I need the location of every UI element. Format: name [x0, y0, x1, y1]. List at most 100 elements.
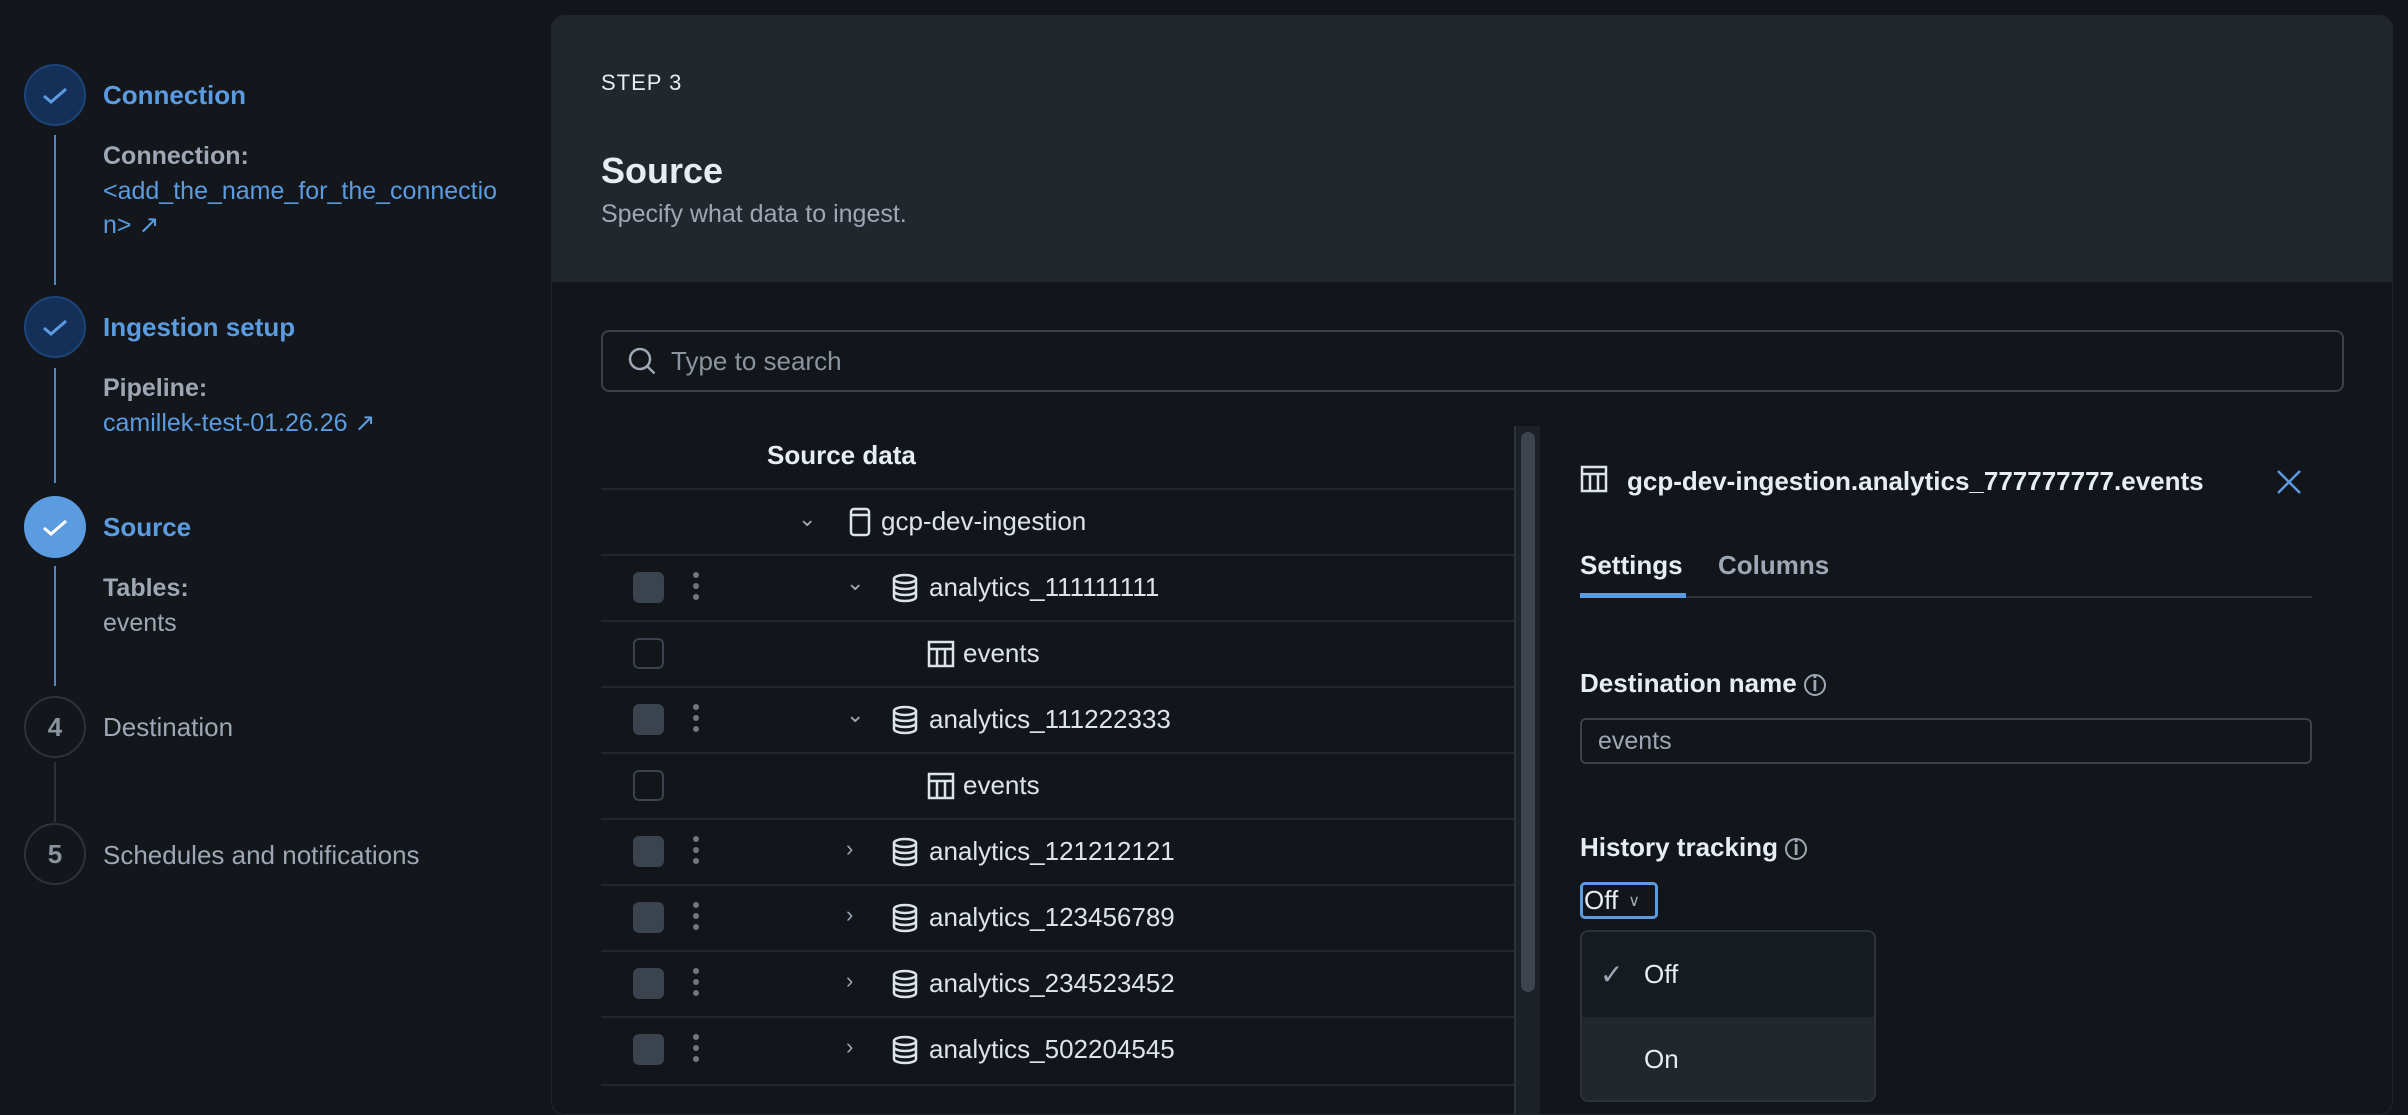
step-source-title[interactable]: Source — [103, 512, 191, 543]
step-indicator: STEP 3 — [601, 70, 683, 95]
row-checkbox[interactable] — [633, 638, 664, 669]
dataset-icon — [892, 969, 918, 999]
info-icon[interactable]: i — [1803, 674, 1826, 697]
info-icon[interactable]: i — [1785, 838, 1808, 861]
step-ingestion-title[interactable]: Ingestion setup — [103, 312, 295, 343]
history-tracking-dropdown: ✓ Off On — [1580, 930, 1876, 1102]
dataset-icon — [892, 837, 918, 867]
tables-value: events — [103, 609, 177, 637]
external-link-icon: ↗ — [354, 409, 376, 437]
step-5-number: 5 — [24, 823, 86, 885]
pipeline-link-text[interactable]: camillek-test-01.26.26 — [103, 409, 348, 437]
search-placeholder: Type to search — [671, 345, 842, 376]
table-row[interactable]: events — [601, 752, 1514, 818]
step-2-check-icon — [24, 296, 86, 358]
dataset-name: analytics_111222333 — [929, 704, 1171, 734]
more-options-icon[interactable] — [693, 572, 699, 600]
more-options-icon[interactable] — [693, 836, 699, 864]
project-icon — [849, 507, 871, 537]
chevron-right-icon[interactable]: › — [846, 902, 853, 928]
step-connector — [54, 762, 56, 822]
chevron-right-icon[interactable]: › — [846, 968, 853, 994]
chevron-right-icon[interactable]: › — [846, 836, 853, 862]
history-tracking-select[interactable]: Off ∨ — [1580, 882, 1658, 919]
table-icon — [927, 640, 955, 668]
source-data-header: Source data — [767, 440, 916, 470]
search-input[interactable]: Type to search — [601, 330, 2344, 392]
chevron-down-icon[interactable]: ⌄ — [846, 570, 864, 596]
dataset-name: analytics_121212121 — [929, 836, 1175, 866]
row-checkbox[interactable] — [633, 836, 664, 867]
dataset-row[interactable]: › analytics_502204545 — [601, 1016, 1514, 1082]
step-destination-title[interactable]: Destination — [103, 712, 233, 743]
dataset-name: analytics_234523452 — [929, 968, 1175, 998]
option-on[interactable]: On — [1582, 1017, 1874, 1100]
option-off[interactable]: ✓ Off — [1582, 932, 1874, 1017]
close-icon[interactable] — [2275, 468, 2303, 496]
chevron-down-icon[interactable]: ⌄ — [798, 506, 816, 532]
chevron-down-icon[interactable]: ⌄ — [846, 702, 864, 728]
tab-columns[interactable]: Columns — [1718, 550, 1829, 581]
check-icon: ✓ — [1600, 959, 1624, 990]
tabs-divider — [1580, 596, 2312, 598]
pipeline-link[interactable]: camillek-test-01.26.26 ↗ — [103, 406, 503, 440]
step-3-check-icon — [24, 496, 86, 558]
history-tracking-value: Off — [1584, 885, 1619, 915]
destination-name-label: Destination name i — [1580, 668, 1826, 699]
tree-scrollbar[interactable] — [1514, 426, 1540, 1114]
scrollbar-thumb[interactable] — [1521, 432, 1535, 992]
option-off-label: Off — [1644, 959, 1679, 989]
row-checkbox[interactable] — [633, 1034, 664, 1065]
tree-root-label: gcp-dev-ingestion — [881, 506, 1087, 536]
row-checkbox[interactable] — [633, 770, 664, 801]
dataset-name: analytics_123456789 — [929, 902, 1175, 932]
connection-link[interactable]: <add_the_name_for_the_connection> ↗ — [103, 174, 498, 242]
connection-link-text[interactable]: <add_the_name_for_the_connection> — [103, 177, 497, 239]
row-checkbox[interactable] — [633, 704, 664, 735]
tree-root-row[interactable]: ⌄ gcp-dev-ingestion — [601, 488, 1514, 554]
step-schedules-title[interactable]: Schedules and notifications — [103, 840, 420, 871]
dataset-icon — [892, 1035, 918, 1065]
external-link-icon: ↗ — [138, 211, 160, 239]
chevron-down-icon: ∨ — [1628, 892, 1640, 910]
table-name: events — [963, 638, 1040, 668]
table-icon — [1580, 465, 1608, 493]
dataset-row[interactable]: › analytics_123456789 — [601, 884, 1514, 950]
step-1-check-icon — [24, 64, 86, 126]
step-connection-title[interactable]: Connection — [103, 80, 246, 111]
table-row[interactable]: events — [601, 620, 1514, 686]
dataset-row[interactable]: › analytics_234523452 — [601, 950, 1514, 1016]
history-tracking-label: History tracking i — [1580, 832, 1808, 863]
dataset-row[interactable]: ⌄ analytics_111111111 — [601, 554, 1514, 620]
option-on-label: On — [1644, 1044, 1679, 1074]
details-title: gcp-dev-ingestion.analytics_777777777.ev… — [1627, 466, 2204, 496]
step-4-number: 4 — [24, 696, 86, 758]
pipeline-label: Pipeline: — [103, 374, 208, 402]
connection-label: Connection: — [103, 142, 249, 170]
dataset-icon — [892, 705, 918, 735]
tables-label: Tables: — [103, 574, 189, 602]
dataset-icon — [892, 903, 918, 933]
row-checkbox[interactable] — [633, 902, 664, 933]
row-checkbox[interactable] — [633, 968, 664, 999]
destination-name-text: Destination name — [1580, 668, 1797, 698]
more-options-icon[interactable] — [693, 968, 699, 996]
step-connector — [54, 135, 56, 285]
step-connector — [54, 566, 56, 686]
more-options-icon[interactable] — [693, 704, 699, 732]
chevron-right-icon[interactable]: › — [846, 1034, 853, 1060]
dataset-row[interactable]: › analytics_121212121 — [601, 818, 1514, 884]
table-icon — [927, 772, 955, 800]
card-header: STEP 3 Source Specify what data to inges… — [552, 16, 2392, 282]
destination-name-value: events — [1598, 726, 1672, 755]
more-options-icon[interactable] — [693, 902, 699, 930]
source-card: STEP 3 Source Specify what data to inges… — [551, 15, 2393, 1115]
row-checkbox[interactable] — [633, 572, 664, 603]
tab-settings[interactable]: Settings — [1580, 550, 1683, 581]
dataset-row[interactable]: ⌄ analytics_111222333 — [601, 686, 1514, 752]
page-subtitle: Specify what data to ingest. — [601, 200, 907, 228]
active-tab-indicator — [1580, 593, 1686, 598]
destination-name-input[interactable]: events — [1580, 718, 2312, 764]
more-options-icon[interactable] — [693, 1034, 699, 1062]
table-name: events — [963, 770, 1040, 800]
